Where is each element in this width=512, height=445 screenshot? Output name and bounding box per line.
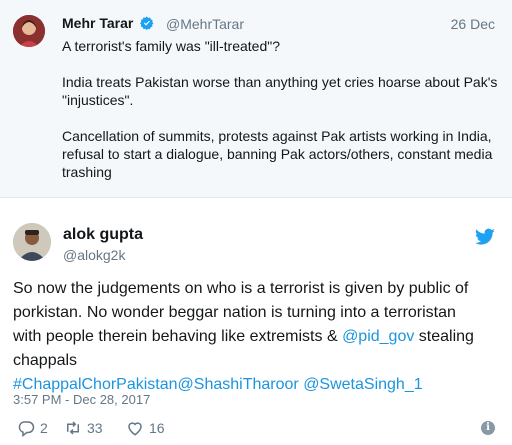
parent-author-name[interactable]: Mehr Tarar bbox=[62, 15, 154, 31]
author-handle[interactable]: @alokg2k bbox=[63, 247, 125, 263]
reply-count: 2 bbox=[40, 420, 48, 436]
reply-button[interactable]: 2 bbox=[17, 419, 48, 437]
twitter-bird-icon[interactable] bbox=[475, 228, 495, 246]
heart-icon bbox=[128, 422, 142, 436]
parent-tweet[interactable]: Mehr Tarar @MehrTarar 26 Dec A terrorist… bbox=[0, 0, 512, 198]
parent-tweet-text: A terrorist's family was "ill-treated"? … bbox=[62, 37, 502, 181]
mention-pid-gov-link[interactable]: @pid_gov bbox=[342, 328, 414, 345]
parent-author-name-text[interactable]: Mehr Tarar bbox=[62, 15, 133, 31]
retweet-count: 33 bbox=[87, 420, 103, 436]
verified-badge-icon bbox=[140, 16, 154, 30]
reply-icon bbox=[18, 421, 35, 437]
retweet-icon bbox=[67, 421, 79, 435]
mention-sweta-link[interactable]: @SwetaSingh_1 bbox=[303, 376, 422, 393]
parent-author-handle[interactable]: @MehrTarar bbox=[166, 16, 244, 32]
like-count: 16 bbox=[149, 420, 165, 436]
parent-tweet-date[interactable]: 26 Dec bbox=[451, 16, 495, 32]
mention-shashi-link[interactable]: @ShashiTharoor bbox=[178, 376, 299, 393]
hashtag-link[interactable]: #ChappalChorPakistan bbox=[13, 376, 178, 393]
parent-paragraph-3: Cancellation of summits, protests agains… bbox=[62, 128, 493, 180]
tweet-timestamp[interactable]: 3:57 PM - Dec 28, 2017 bbox=[13, 392, 150, 407]
parent-paragraph-1: A terrorist's family was "ill-treated"? bbox=[62, 38, 281, 54]
author-avatar[interactable] bbox=[13, 223, 51, 261]
parent-author-avatar[interactable] bbox=[13, 15, 45, 47]
info-icon[interactable]: i bbox=[481, 421, 495, 435]
author-name[interactable]: alok gupta bbox=[63, 226, 143, 244]
parent-paragraph-2: India treats Pakistan worse than anythin… bbox=[62, 74, 498, 108]
like-button[interactable]: 16 bbox=[126, 419, 165, 437]
retweet-button[interactable]: 33 bbox=[64, 419, 103, 437]
tweet-text: So now the judgements on who is a terror… bbox=[13, 277, 483, 397]
